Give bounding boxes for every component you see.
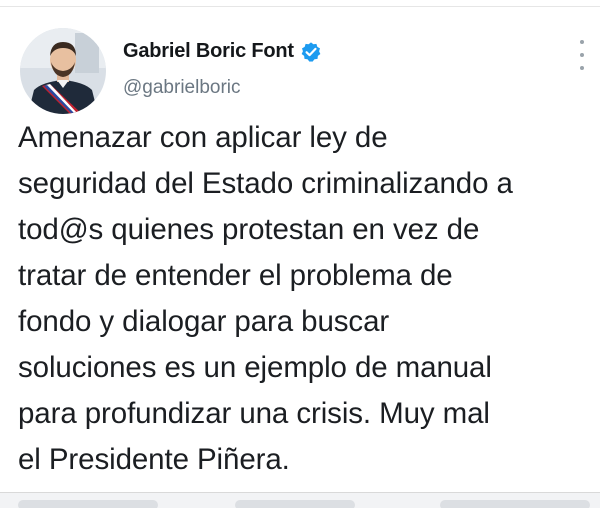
bottom-tab-pill[interactable] <box>18 500 158 508</box>
author-name-row[interactable]: Gabriel Boric Font <box>123 40 322 63</box>
more-options-button[interactable] <box>572 40 592 70</box>
bottom-tab-pill[interactable] <box>440 500 590 508</box>
more-vertical-icon <box>580 40 584 44</box>
more-dot <box>580 53 584 57</box>
author-name[interactable]: Gabriel Boric Font <box>123 40 294 63</box>
top-divider <box>0 6 600 7</box>
avatar-image <box>20 28 106 114</box>
tweet-text-line: fondo y dialogar para buscar <box>18 305 390 338</box>
tweet-text-line: tratar de entender el problema de <box>18 259 453 292</box>
tweet-text-line: soluciones es un ejemplo de manual <box>18 351 492 384</box>
tweet-text-line: el Presidente Piñera. <box>18 443 290 476</box>
tweet-text: Amenazar con aplicar ley de seguridad de… <box>18 115 594 483</box>
author-handle[interactable]: @gabrielboric <box>123 77 241 99</box>
avatar[interactable] <box>20 28 106 114</box>
tweet-card: Gabriel Boric Font @gabrielboric Amenaza… <box>0 0 600 508</box>
tweet-text-line: seguridad del Estado criminalizando a <box>18 167 513 200</box>
tweet-text-line: tod@s quienes protestan en vez de <box>18 213 480 246</box>
more-dot <box>580 66 584 70</box>
tweet-text-line: para profundizar una crisis. Muy mal <box>18 397 490 430</box>
tweet-text-line: Amenazar con aplicar ley de <box>18 121 388 154</box>
bottom-tab-pill[interactable] <box>235 500 355 508</box>
verified-badge-icon <box>301 41 321 62</box>
